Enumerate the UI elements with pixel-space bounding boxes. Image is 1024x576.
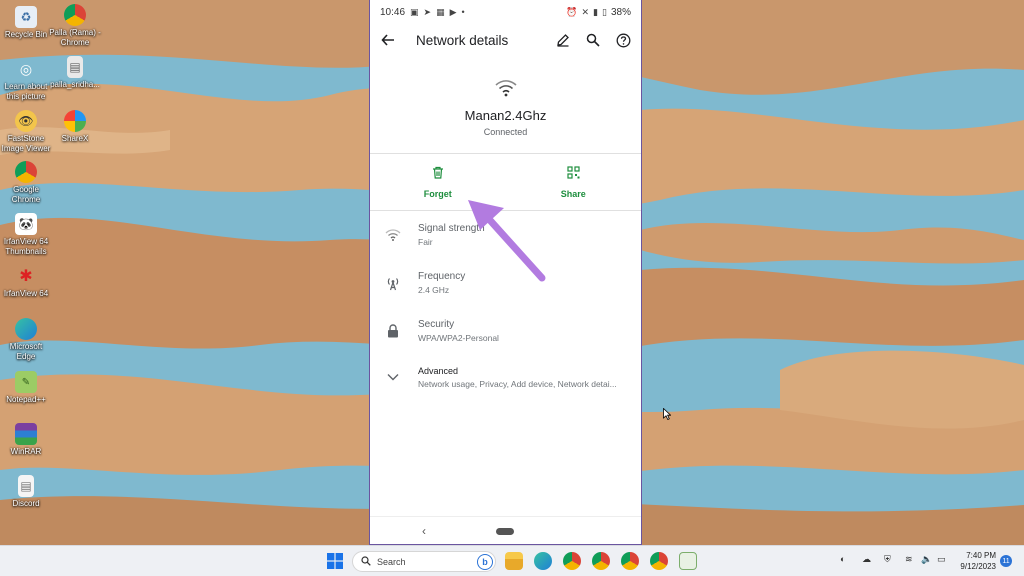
desktop-icon-palla-chrome[interactable]: Palla (Rama) - Chrome bbox=[49, 4, 101, 48]
alarm-icon: ⏰ bbox=[566, 6, 578, 17]
search-placeholder: Search bbox=[377, 556, 406, 567]
windows-start-icon[interactable] bbox=[326, 552, 344, 570]
desktop-icon-winrar[interactable]: WinRAR bbox=[0, 423, 52, 457]
cloud-icon[interactable]: ☁ bbox=[862, 554, 871, 565]
notification-badge[interactable]: 11 bbox=[1000, 555, 1012, 567]
detail-advanced[interactable]: Advanced Network usage, Privacy, Add dev… bbox=[370, 356, 641, 398]
taskbar: Search b ◐ ☁ ⛨ ≋ 🔈 ▭ 7:40 PM 9/12/2023 1… bbox=[0, 545, 1024, 576]
battery-tray-icon[interactable]: ▭ bbox=[937, 554, 946, 565]
network-header: Manan2.4Ghz Connected bbox=[370, 78, 641, 137]
file-icon: ▤ bbox=[67, 56, 83, 78]
mute-icon: ✕ bbox=[581, 6, 590, 17]
nav-home-pill[interactable] bbox=[496, 528, 514, 535]
back-arrow-icon[interactable] bbox=[380, 32, 396, 48]
help-icon[interactable] bbox=[615, 32, 631, 48]
desktop-icon-edge[interactable]: Microsoft Edge bbox=[0, 318, 52, 362]
search-icon[interactable] bbox=[585, 32, 601, 48]
wifi-tray-icon[interactable]: ≋ bbox=[905, 554, 913, 565]
file-explorer-icon[interactable] bbox=[505, 552, 523, 570]
antenna-icon bbox=[370, 275, 416, 291]
file-icon: ▤ bbox=[18, 475, 34, 497]
taskbar-clock[interactable]: 7:40 PM 9/12/2023 bbox=[956, 550, 996, 572]
desktop-icon-irfanview-thumbnails[interactable]: 🐼 IrfanView 64 Thumbnails bbox=[0, 213, 52, 257]
share-label: Share bbox=[560, 188, 586, 199]
irfanview-icon: ✱ bbox=[19, 268, 33, 285]
app-badge-icon: ▦ bbox=[436, 6, 445, 17]
desktop-icon-discord[interactable]: ▤ Discord bbox=[0, 475, 52, 509]
status-bar: 10:46 ▣ ➤ ▦ ▶ • ⏰ ✕ ▮ ▯ 38% bbox=[370, 0, 641, 24]
taskbar-search-input[interactable]: Search b bbox=[352, 551, 496, 572]
battery-level: 38% bbox=[610, 6, 631, 18]
sharex-icon bbox=[64, 110, 86, 132]
annotation-arrow-icon bbox=[468, 200, 546, 282]
status-time: 10:46 bbox=[380, 6, 406, 18]
desktop-icon-faststone[interactable]: 👁 FastStone Image Viewer bbox=[0, 110, 52, 154]
desktop-icon-recycle-bin[interactable]: ♻ Recycle Bin bbox=[0, 6, 52, 40]
edge-icon[interactable] bbox=[534, 552, 552, 570]
desktop-icon-notepadpp[interactable]: ✎ Notepad++ bbox=[0, 371, 52, 405]
chrome-icon[interactable] bbox=[650, 552, 668, 570]
edge-icon bbox=[15, 318, 37, 340]
battery-icon: ▯ bbox=[602, 6, 607, 17]
wifi-signal-icon bbox=[370, 228, 416, 242]
nav-back-icon[interactable]: ‹ bbox=[422, 524, 426, 538]
edit-pencil-icon[interactable] bbox=[555, 32, 571, 48]
youtube-icon: ▶ bbox=[449, 6, 457, 17]
wifi-icon bbox=[494, 78, 518, 98]
lock-icon bbox=[370, 324, 416, 338]
camera-icon: ◎ bbox=[19, 60, 33, 77]
forget-label: Forget bbox=[423, 188, 452, 199]
chrome-icon bbox=[64, 4, 86, 26]
desktop-icon-learn-picture[interactable]: ◎ Learn about this picture bbox=[0, 58, 52, 102]
desktop-icon-palla-file[interactable]: ▤ palla_sridha... bbox=[49, 56, 101, 90]
image-app-icon[interactable] bbox=[679, 552, 697, 570]
telegram-icon: ➤ bbox=[423, 6, 432, 17]
gallery-icon: ▣ bbox=[410, 6, 419, 17]
search-icon bbox=[361, 555, 371, 568]
winrar-icon bbox=[15, 423, 37, 445]
mouse-pointer-icon bbox=[663, 408, 671, 420]
network-status: Connected bbox=[483, 127, 528, 137]
page-title: Network details bbox=[416, 32, 509, 48]
signal-icon: ▮ bbox=[593, 6, 599, 17]
chrome-icon[interactable] bbox=[563, 552, 581, 570]
chrome-icon[interactable] bbox=[592, 552, 610, 570]
network-name: Manan2.4Ghz bbox=[464, 108, 547, 123]
qr-code-icon bbox=[567, 165, 580, 184]
recycle-bin-icon: ♻ bbox=[15, 6, 37, 28]
dot-icon: • bbox=[461, 7, 465, 17]
desktop-icon-sharex[interactable]: ShareX bbox=[49, 110, 101, 144]
volume-icon[interactable]: 🔈 bbox=[921, 554, 932, 565]
panda-icon: 🐼 bbox=[15, 213, 37, 235]
security-tray-icon[interactable]: ⛨ bbox=[884, 554, 891, 565]
trash-icon bbox=[432, 166, 444, 184]
notepad-icon: ✎ bbox=[15, 371, 37, 393]
chevron-down-icon bbox=[370, 373, 416, 381]
eye-icon: 👁 bbox=[15, 110, 37, 132]
desktop-icon-google-chrome[interactable]: Google Chrome bbox=[0, 161, 52, 205]
detail-security: Security WPA/WPA2-Personal bbox=[370, 310, 641, 352]
app-tray-icon[interactable]: ◐ bbox=[840, 554, 845, 564]
navigation-bar: ‹ bbox=[370, 516, 641, 545]
chrome-icon bbox=[15, 161, 37, 183]
chrome-profile-icon[interactable] bbox=[621, 552, 639, 570]
bing-icon[interactable]: b bbox=[477, 553, 493, 570]
desktop-icon-irfanview[interactable]: ✱ IrfanView 64 bbox=[0, 265, 52, 299]
app-bar: Network details bbox=[370, 24, 641, 56]
